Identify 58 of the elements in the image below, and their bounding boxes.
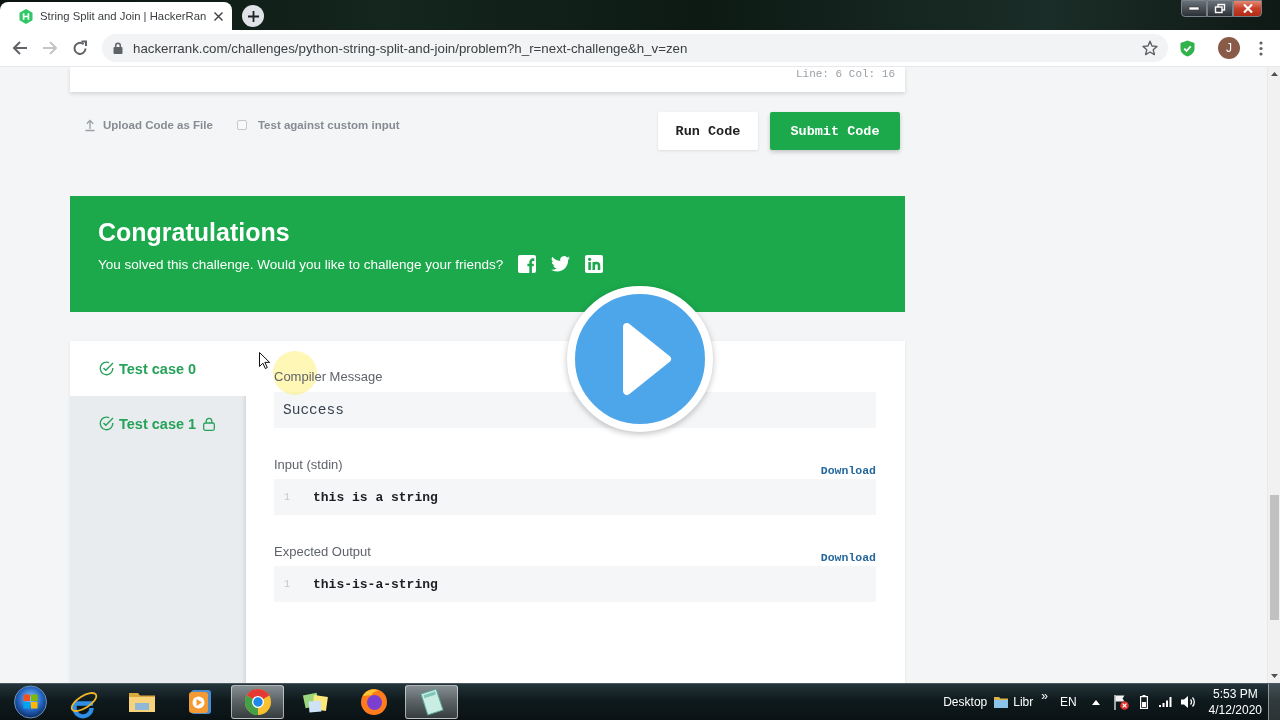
section-label: Input (stdin)	[274, 457, 343, 473]
star-icon[interactable]	[1142, 40, 1158, 56]
profile-avatar[interactable]: J	[1218, 37, 1240, 59]
field-label: Compiler Message	[274, 369, 383, 385]
download-link[interactable]: Download	[820, 464, 876, 477]
section-label: Expected Output	[274, 544, 371, 560]
lock-icon	[113, 42, 123, 54]
scrollbar-thumb[interactable]	[1269, 495, 1279, 620]
close-icon[interactable]	[214, 11, 223, 21]
banner-title: Congratulations	[98, 217, 290, 247]
signal-bars-icon[interactable]	[1158, 697, 1173, 707]
taskbar-button[interactable]	[231, 685, 284, 719]
back-arrow-icon[interactable]	[12, 40, 28, 56]
new-tab-button[interactable]	[242, 5, 264, 27]
show-hidden-icons-icon[interactable]	[1091, 699, 1100, 705]
bird-icon[interactable]	[551, 256, 571, 272]
restore-button[interactable]	[1207, 0, 1233, 17]
banner-message: You solved this challenge. Would you like to challenge your friends?	[98, 256, 504, 272]
checkbox[interactable]	[236, 120, 247, 130]
show-desktop-button[interactable]	[1268, 684, 1280, 720]
clock-date[interactable]: 4/12/2020	[1208, 702, 1262, 718]
mouse-pointer-icon	[259, 352, 270, 369]
in-logo-icon[interactable]	[585, 255, 604, 273]
browser-icon	[242, 687, 273, 717]
play-icon	[623, 323, 671, 395]
battery-icon[interactable]	[1139, 695, 1148, 709]
code-line: this-is-a-string	[313, 576, 438, 592]
h-logo-icon	[19, 8, 33, 24]
flag-x-icon[interactable]	[1112, 694, 1129, 710]
close-button[interactable]	[1233, 0, 1262, 17]
cursor-position: Line: 6 Col: 16	[795, 67, 895, 81]
minimize-button[interactable]	[1181, 0, 1207, 17]
overflow-chevron[interactable]: »	[1041, 689, 1048, 703]
more-menu-icon[interactable]	[1259, 40, 1263, 56]
code-line: this is a string	[313, 489, 438, 505]
shield-check-icon[interactable]	[1180, 39, 1195, 57]
close-icon	[1242, 4, 1253, 13]
speaker-icon[interactable]	[1179, 695, 1196, 709]
language-indicator[interactable]: EN	[1059, 695, 1077, 709]
restore-icon	[1215, 4, 1225, 13]
folder-icon[interactable]	[994, 696, 1009, 708]
taskbar-button[interactable]	[405, 685, 458, 719]
plus-icon	[247, 10, 259, 22]
browser-icon	[358, 687, 389, 717]
reload-icon[interactable]	[72, 40, 88, 56]
download-link[interactable]: Download	[820, 551, 876, 564]
upload-icon	[85, 119, 95, 131]
minimize-icon	[1189, 7, 1199, 10]
run-code-button[interactable]: Run Code	[658, 112, 758, 150]
clock-time[interactable]: 5:53 PM	[1212, 686, 1258, 702]
checkbox-label: Test against custom input	[257, 119, 400, 131]
f-logo-icon[interactable]	[518, 255, 537, 273]
toolbar-label[interactable]: Libr	[1013, 695, 1034, 709]
scroll-down-icon[interactable]	[1270, 674, 1278, 678]
scroll-up-icon[interactable]	[1270, 72, 1278, 76]
toolbar-label[interactable]: Desktop	[943, 695, 988, 709]
browser-tab[interactable]: String Split and Join | HackerRan	[0, 2, 232, 30]
address-bar[interactable]: hackerrank.com/challenges/python-string-split-and-join/problem?h_r=next-challenge&h_v=zen	[102, 34, 1168, 62]
